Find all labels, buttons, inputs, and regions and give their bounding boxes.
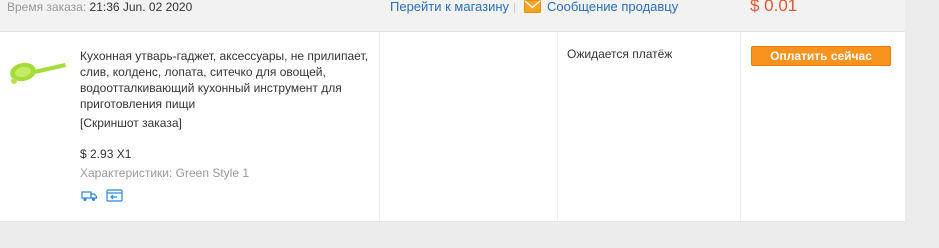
return-card-icon[interactable] (106, 189, 123, 202)
envelope-icon[interactable] (524, 0, 541, 13)
order-time-value: 21:36 Jun. 02 2020 (89, 0, 193, 14)
order-time: Время заказа: 21:36 Jun. 02 2020 (7, 0, 192, 14)
order-item-row: Кухонная утварь-гаджет, аксессуары, не п… (0, 32, 905, 222)
order-screenshot-link[interactable]: [Скриншот заказа] (80, 116, 182, 130)
item-price: $ 2.93 X1 (80, 147, 132, 161)
product-thumbnail[interactable] (5, 59, 70, 91)
order-header: Время заказа: 21:36 Jun. 02 2020 Перейти… (0, 0, 905, 32)
go-to-store-link[interactable]: Перейти к магазину (390, 0, 509, 14)
message-seller-link[interactable]: Сообщение продавцу (547, 0, 678, 14)
order-status: Ожидается платёж (567, 47, 673, 61)
order-time-label: Время заказа: (7, 0, 87, 14)
delivery-truck-icon[interactable] (81, 189, 98, 202)
item-properties: Характеристики: Green Style 1 (80, 166, 250, 180)
pay-now-button[interactable]: Оплатить сейчас (751, 46, 891, 66)
header-separator: | (513, 0, 517, 14)
order-total: $ 0.01 (750, 0, 798, 15)
column-divider (379, 32, 380, 221)
column-divider (740, 32, 741, 221)
product-title-link[interactable]: Кухонная утварь-гаджет, аксессуары, не п… (80, 48, 370, 112)
column-divider (557, 32, 558, 221)
